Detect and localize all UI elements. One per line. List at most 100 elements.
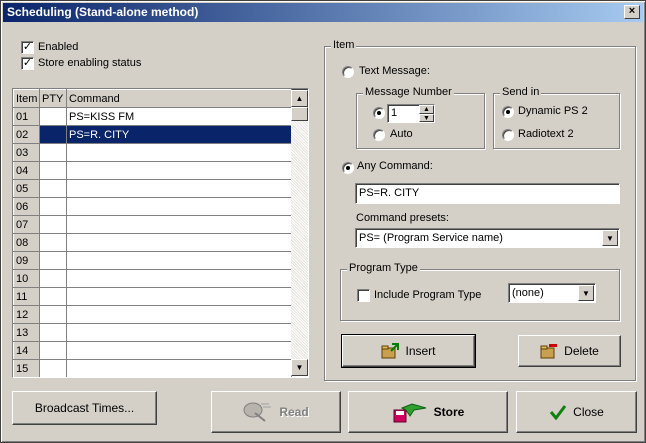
column-header-command[interactable]: Command (66, 89, 292, 108)
read-label: Read (279, 405, 309, 419)
row-pty-cell[interactable] (39, 197, 67, 216)
include-program-type-checkbox[interactable] (357, 289, 370, 302)
table-row[interactable]: 10 (13, 269, 292, 288)
column-header-item[interactable]: Item (13, 89, 40, 108)
spin-down-button[interactable]: ▼ (419, 114, 434, 122)
program-type-select[interactable]: (none) ▼ (508, 283, 596, 303)
close-window-button[interactable]: × (624, 5, 640, 19)
row-command-cell[interactable] (66, 269, 292, 288)
read-button[interactable]: Read (211, 391, 341, 433)
enabled-checkbox[interactable]: ✓ (21, 41, 34, 54)
message-number-value: 1 (391, 107, 398, 119)
table-row[interactable]: 03 (13, 143, 292, 162)
row-command-cell[interactable] (66, 305, 292, 324)
table-row[interactable]: 06 (13, 197, 292, 216)
row-item-cell[interactable]: 07 (13, 215, 40, 234)
row-item-cell[interactable]: 15 (13, 359, 40, 377)
row-pty-cell[interactable] (39, 305, 67, 324)
text-message-radio[interactable] (342, 66, 354, 78)
row-command-cell[interactable] (66, 215, 292, 234)
any-command-input[interactable]: PS=R. CITY (355, 183, 620, 204)
table-row[interactable]: 15 (13, 359, 292, 377)
item-group-label: Item (331, 39, 357, 51)
column-header-pty[interactable]: PTY (39, 89, 67, 108)
row-command-cell[interactable] (66, 179, 292, 198)
table-row[interactable]: 11 (13, 287, 292, 306)
table-row[interactable]: 05 (13, 179, 292, 198)
row-pty-cell[interactable] (39, 251, 67, 270)
broadcast-times-label: Broadcast Times... (34, 401, 135, 415)
table-row[interactable]: 04 (13, 161, 292, 180)
command-presets-dropdown-button[interactable]: ▼ (602, 230, 618, 246)
store-enabling-checkbox[interactable]: ✓ (21, 57, 34, 70)
row-command-cell[interactable] (66, 161, 292, 180)
table-row[interactable]: 07 (13, 215, 292, 234)
row-command-cell[interactable]: PS=R. CITY (66, 125, 292, 144)
row-pty-cell[interactable] (39, 125, 67, 144)
message-number-radio[interactable] (373, 107, 385, 119)
row-item-cell[interactable]: 08 (13, 233, 40, 252)
dynamic-ps-label: Dynamic PS 2 (518, 105, 588, 117)
grid-scrollbar[interactable]: ▲ ▼ (291, 90, 308, 376)
delete-button[interactable]: Delete (518, 335, 621, 367)
window-title: Scheduling (Stand-alone method) (7, 5, 199, 19)
auto-radio[interactable] (373, 129, 385, 141)
row-command-cell[interactable] (66, 251, 292, 270)
row-pty-cell[interactable] (39, 323, 67, 342)
row-command-cell[interactable] (66, 341, 292, 360)
row-pty-cell[interactable] (39, 179, 67, 198)
row-pty-cell[interactable] (39, 233, 67, 252)
table-row[interactable]: 02 PS=R. CITY (13, 125, 292, 144)
row-item-cell[interactable]: 13 (13, 323, 40, 342)
table-row[interactable]: 01 PS=KISS FM (13, 107, 292, 126)
insert-button[interactable]: Insert (341, 334, 476, 368)
row-pty-cell[interactable] (39, 287, 67, 306)
scroll-up-button[interactable]: ▲ (291, 90, 308, 107)
dynamic-ps-radio[interactable] (502, 106, 514, 118)
checkmark-icon (550, 405, 567, 420)
row-command-cell[interactable]: PS=KISS FM (66, 107, 292, 126)
any-command-radio[interactable] (342, 162, 354, 174)
row-item-cell[interactable]: 10 (13, 269, 40, 288)
schedule-grid[interactable]: Item PTY Command 01 PS=KISS FM 02 PS=R. CIT… (12, 88, 309, 378)
include-program-type-label: Include Program Type (374, 289, 482, 301)
any-command-label: Any Command: (357, 160, 433, 172)
command-presets-select[interactable]: PS= (Program Service name) ▼ (355, 228, 620, 248)
row-pty-cell[interactable] (39, 143, 67, 162)
table-row[interactable]: 09 (13, 251, 292, 270)
close-button[interactable]: Close (516, 391, 637, 433)
scroll-thumb[interactable] (291, 107, 308, 121)
broadcast-times-button[interactable]: Broadcast Times... (12, 391, 157, 425)
row-command-cell[interactable] (66, 197, 292, 216)
row-command-cell[interactable] (66, 323, 292, 342)
row-command-cell[interactable] (66, 233, 292, 252)
row-pty-cell[interactable] (39, 359, 67, 377)
row-item-cell[interactable]: 03 (13, 143, 40, 162)
row-item-cell[interactable]: 05 (13, 179, 40, 198)
row-item-cell[interactable]: 09 (13, 251, 40, 270)
spin-up-button[interactable]: ▲ (419, 105, 434, 114)
row-item-cell[interactable]: 14 (13, 341, 40, 360)
row-pty-cell[interactable] (39, 215, 67, 234)
row-item-cell[interactable]: 11 (13, 287, 40, 306)
row-item-cell[interactable]: 04 (13, 161, 40, 180)
row-command-cell[interactable] (66, 359, 292, 377)
row-item-cell[interactable]: 02 (13, 125, 40, 144)
radiotext-radio[interactable] (502, 129, 514, 141)
row-item-cell[interactable]: 01 (13, 107, 40, 126)
row-pty-cell[interactable] (39, 107, 67, 126)
table-row[interactable]: 08 (13, 233, 292, 252)
row-command-cell[interactable] (66, 287, 292, 306)
row-pty-cell[interactable] (39, 161, 67, 180)
row-pty-cell[interactable] (39, 269, 67, 288)
scroll-down-button[interactable]: ▼ (291, 359, 308, 376)
row-item-cell[interactable]: 06 (13, 197, 40, 216)
program-type-dropdown-button[interactable]: ▼ (578, 285, 594, 301)
table-row[interactable]: 13 (13, 323, 292, 342)
store-button[interactable]: Store (348, 391, 508, 433)
row-pty-cell[interactable] (39, 341, 67, 360)
row-item-cell[interactable]: 12 (13, 305, 40, 324)
table-row[interactable]: 14 (13, 341, 292, 360)
table-row[interactable]: 12 (13, 305, 292, 324)
row-command-cell[interactable] (66, 143, 292, 162)
